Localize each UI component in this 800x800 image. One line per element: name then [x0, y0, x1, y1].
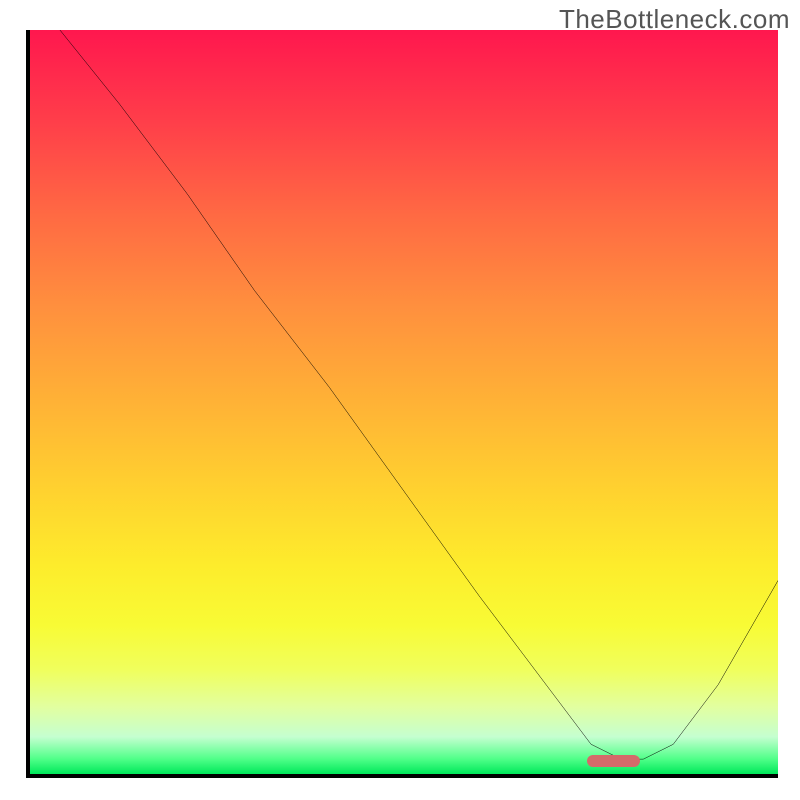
optimal-marker	[587, 755, 639, 767]
bottleneck-curve	[30, 30, 778, 774]
chart-container: TheBottleneck.com	[0, 0, 800, 800]
plot-area	[26, 30, 778, 778]
